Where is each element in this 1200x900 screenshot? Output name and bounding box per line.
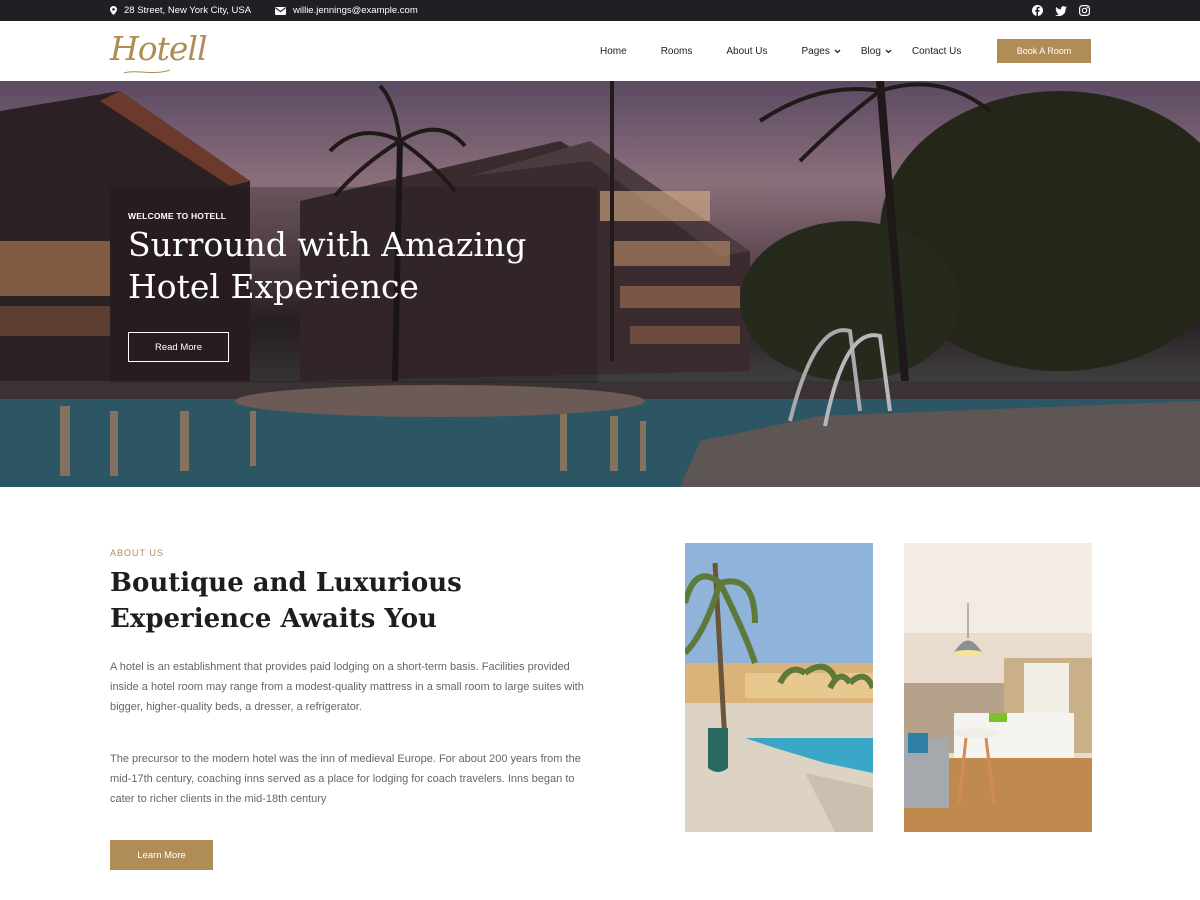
email-text[interactable]: willie.jennings@example.com <box>293 5 418 16</box>
nav-home-label: Home <box>600 45 627 57</box>
hero-eyebrow: WELCOME TO HOTELL <box>128 211 227 221</box>
chevron-down-icon <box>885 46 892 57</box>
about-title: Boutique and Luxurious Experience Awaits… <box>110 568 462 634</box>
nav-pages-label: Pages <box>801 45 830 57</box>
address-info: 28 Street, New York City, USA <box>110 0 251 21</box>
facebook-icon[interactable] <box>1032 5 1043 16</box>
site-header: Hotell Home Rooms About Us Pages Blog Co… <box>0 21 1200 81</box>
logo-flourish <box>123 69 171 74</box>
read-more-button[interactable]: Read More <box>128 332 229 362</box>
about-eyebrow: ABOUT US <box>110 548 164 558</box>
learn-more-button[interactable]: Learn More <box>110 840 213 870</box>
nav-rooms-label: Rooms <box>660 45 693 57</box>
envelope-icon <box>275 6 286 15</box>
hero-title: Surround with Amazing Hotel Experience <box>128 225 527 306</box>
email-info[interactable]: willie.jennings@example.com <box>275 0 418 21</box>
nav-blog-label: Blog <box>860 45 881 57</box>
site-logo[interactable]: Hotell <box>110 29 208 68</box>
nav-blog[interactable]: Blog <box>861 46 892 57</box>
nav-about-us[interactable]: About Us <box>726 46 767 57</box>
twitter-icon[interactable] <box>1055 5 1067 16</box>
address-text: 28 Street, New York City, USA <box>124 5 252 16</box>
nav-home[interactable]: Home <box>600 46 627 57</box>
nav-pages[interactable]: Pages <box>802 46 841 57</box>
social-links <box>1032 0 1090 21</box>
nav-contact-us[interactable]: Contact Us <box>912 46 961 57</box>
about-paragraph-2: The precursor to the modern hotel was th… <box>110 753 581 805</box>
location-pin-icon <box>110 6 117 15</box>
instagram-icon[interactable] <box>1079 5 1090 16</box>
about-paragraph-1: A hotel is an establishment that provide… <box>110 661 584 713</box>
nav-about-label: About Us <box>726 45 768 57</box>
book-a-room-button[interactable]: Book A Room <box>997 39 1091 63</box>
resort-pool-photo <box>685 543 873 832</box>
chevron-down-icon <box>834 46 841 57</box>
hotel-room-photo <box>904 543 1092 832</box>
nav-contact-label: Contact Us <box>911 45 962 57</box>
top-bar: 28 Street, New York City, USA willie.jen… <box>0 0 1200 21</box>
main-nav: Home Rooms About Us Pages Blog Contact U… <box>600 21 961 81</box>
nav-rooms[interactable]: Rooms <box>661 46 693 57</box>
